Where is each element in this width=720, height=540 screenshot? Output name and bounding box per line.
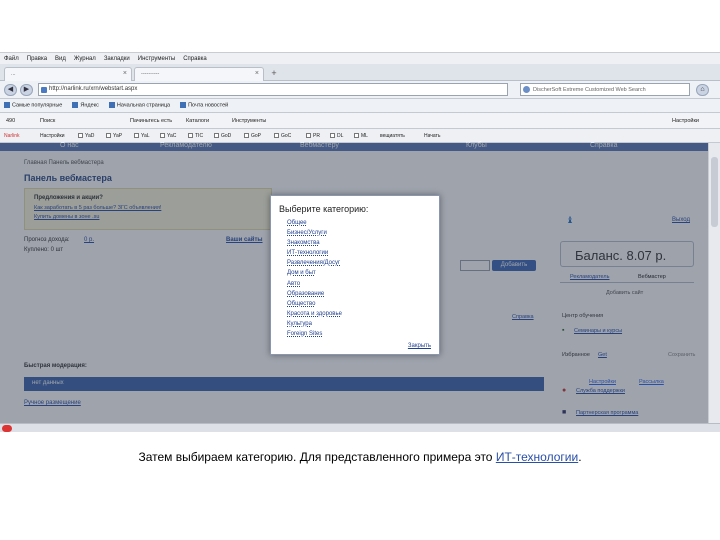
status-bar <box>0 423 720 432</box>
favicon-icon <box>41 87 47 93</box>
bookmarks-bar: Самые популярные Яндекс Начальная страни… <box>0 99 720 113</box>
seo-check[interactable]: GoD <box>214 133 231 139</box>
category-item[interactable]: Красота и здоровье <box>287 309 342 319</box>
toolbar-item[interactable]: Пачиньтесь есть <box>130 118 172 124</box>
caption-text: Затем выбираем категорию. Для представле… <box>138 450 496 464</box>
seo-check[interactable]: ML <box>354 133 368 139</box>
browser-tab[interactable]: ---------- × <box>134 67 264 81</box>
tab-label: ---------- <box>141 71 160 77</box>
menu-item[interactable]: Справка <box>183 56 207 62</box>
caption-end: . <box>578 450 582 464</box>
search-engine-icon <box>523 86 530 93</box>
seo-check[interactable]: YaL <box>134 133 150 139</box>
menu-item[interactable]: Закладки <box>104 56 130 62</box>
slide-caption: Затем выбираем категорию. Для представле… <box>0 450 720 464</box>
search-placeholder: DischerSoft Extreme Customized Web Searc… <box>533 87 646 93</box>
category-item[interactable]: Знакомства <box>287 238 342 248</box>
category-item[interactable]: Общество <box>287 299 342 309</box>
menu-item[interactable]: Правка <box>27 56 47 62</box>
bookmark-item[interactable]: Почта новостей <box>180 102 228 109</box>
category-item[interactable]: Культура <box>287 319 342 329</box>
menu-bar: Файл Правка Вид Журнал Закладки Инструме… <box>0 53 720 64</box>
toolbar-item[interactable]: Инструменты <box>232 118 266 124</box>
dialog-title: Выберите категорию: <box>279 204 369 214</box>
seo-check[interactable]: DL <box>330 133 343 139</box>
close-icon[interactable]: × <box>255 70 259 77</box>
browser-tab[interactable]: ... × <box>4 67 132 81</box>
opera-icon <box>2 425 12 432</box>
menu-item[interactable]: Инструменты <box>138 56 175 62</box>
close-dialog-link[interactable]: Закрыть <box>408 343 431 349</box>
seo-check[interactable]: YaP <box>106 133 122 139</box>
category-item[interactable]: Общее <box>287 218 342 228</box>
weather-widget[interactable]: 490 <box>6 118 15 124</box>
category-item[interactable]: Развлечения/Досуг <box>287 258 342 268</box>
tab-label: ... <box>11 71 16 77</box>
forward-button[interactable]: ▶ <box>20 84 33 96</box>
address-bar[interactable]: http://narlink.ru/xrn/webstart.aspx <box>38 83 508 96</box>
scrollbar[interactable] <box>708 143 720 423</box>
navigation-bar: ◀ ▶ http://narlink.ru/xrn/webstart.aspx … <box>0 81 720 99</box>
category-item[interactable]: ИТ-технологии <box>287 248 342 258</box>
toolbar-item[interactable]: вещиатять <box>380 133 405 139</box>
mailing-link[interactable]: Рассылка <box>639 379 664 385</box>
scrollbar-thumb[interactable] <box>711 157 718 227</box>
search-input[interactable]: DischerSoft Extreme Customized Web Searc… <box>520 83 690 96</box>
settings-link-bottom[interactable]: Настройки <box>589 379 616 385</box>
seo-toolbar: Narlink Настройки YaD YaP YaL YaC TIC Go… <box>0 129 720 143</box>
toolbar-item[interactable]: Начать <box>424 133 440 139</box>
bookmark-item[interactable]: Яндекс <box>72 102 99 109</box>
toolbar-item[interactable]: Каталоги <box>186 118 209 124</box>
category-dialog: Выберите категорию: Общее Бизнес/Услуги … <box>270 195 440 355</box>
category-item[interactable]: Foreign Sites <box>287 329 342 339</box>
new-tab-button[interactable]: + <box>268 68 280 79</box>
seo-check[interactable]: YaC <box>160 133 176 139</box>
seo-check[interactable]: TIC <box>188 133 203 139</box>
toolbar-brand: Narlink <box>4 133 20 139</box>
bookmark-icon <box>180 102 187 109</box>
close-icon[interactable]: × <box>123 70 127 77</box>
category-item[interactable]: Авто <box>287 279 342 289</box>
bookmark-icon <box>72 102 79 109</box>
category-item[interactable]: Бизнес/Услуги <box>287 228 342 238</box>
toolbar-settings[interactable]: Настройки <box>672 118 699 124</box>
bookmark-item[interactable]: Начальная страница <box>108 102 170 109</box>
back-button[interactable]: ◀ <box>4 84 17 96</box>
bookmark-icon <box>108 102 115 109</box>
bookmark-item[interactable]: Самые популярные <box>4 102 62 109</box>
tab-bar: ... × ---------- × + <box>0 64 720 81</box>
bookmark-icon <box>4 102 10 109</box>
seo-check[interactable]: YaD <box>78 133 94 139</box>
toolbar-settings[interactable]: Настройки <box>40 133 65 139</box>
yandex-toolbar: 490 Поиск Пачиньтесь есть Каталоги Инстр… <box>0 113 720 129</box>
menu-item[interactable]: Вид <box>55 56 66 62</box>
seo-check[interactable]: PR <box>306 133 320 139</box>
category-item[interactable]: Дом и быт <box>287 268 342 278</box>
seo-check[interactable]: GoC <box>274 133 291 139</box>
menu-item[interactable]: Файл <box>4 56 19 62</box>
category-item[interactable]: Образование <box>287 289 342 299</box>
url-text: http://narlink.ru/xrn/webstart.aspx <box>49 86 138 92</box>
home-icon[interactable]: ⌂ <box>696 84 709 96</box>
category-list: Общее Бизнес/Услуги Знакомства ИТ-технол… <box>287 218 342 339</box>
menu-item[interactable]: Журнал <box>74 56 96 62</box>
seo-check[interactable]: GoP <box>244 133 261 139</box>
toolbar-search-label[interactable]: Поиск <box>40 118 55 124</box>
caption-highlight: ИТ-технологии <box>495 450 579 464</box>
